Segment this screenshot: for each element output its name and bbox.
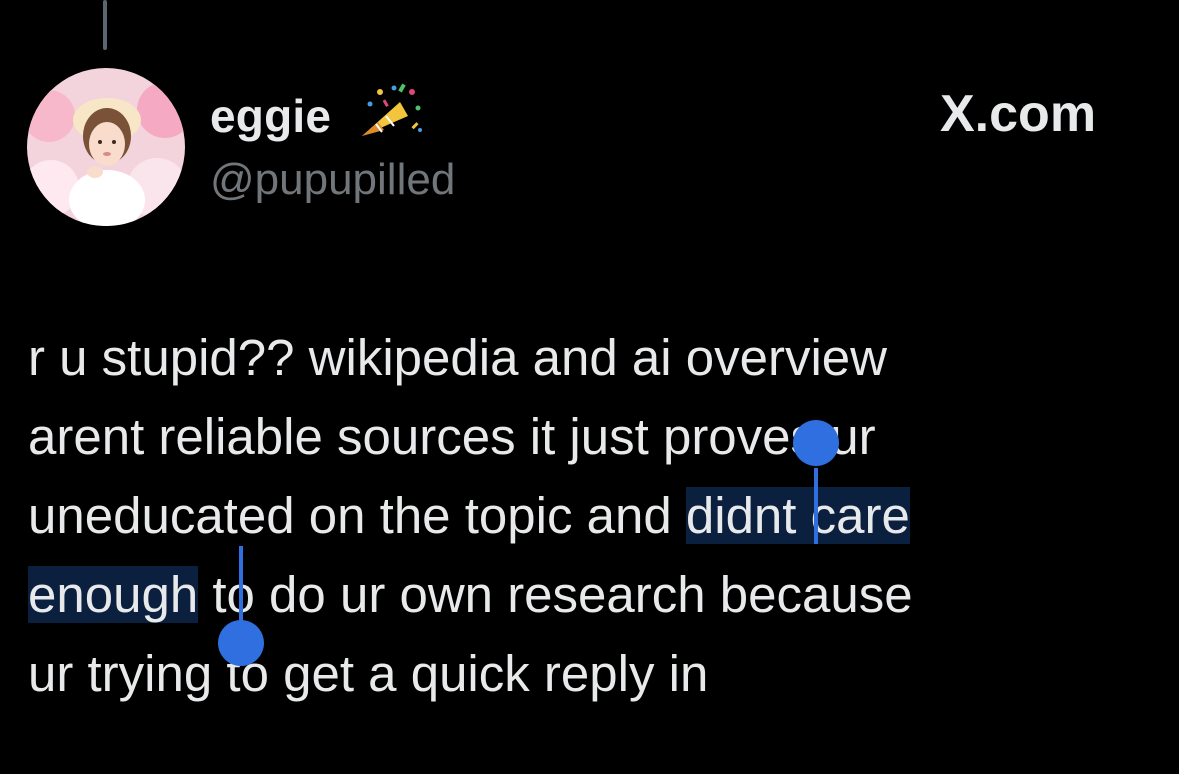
- selected-text: didnt care: [685, 487, 910, 544]
- tweet-line: uneducated on the topic and didnt care: [28, 476, 1153, 555]
- selection-start-cursor[interactable]: [814, 468, 818, 544]
- brand-label: X.com: [940, 85, 1097, 143]
- tweet-text-segment: to do ur own research because: [198, 566, 913, 623]
- party-popper-icon: [362, 83, 422, 136]
- tweet-line: enough to do ur own research because: [28, 555, 1153, 634]
- selection-end-cursor[interactable]: [239, 546, 243, 622]
- avatar-image: [27, 68, 185, 226]
- tweet-text-segment: uneducated on the topic and: [28, 487, 686, 544]
- author-display-name[interactable]: eggie: [210, 88, 331, 144]
- selected-text: enough: [28, 566, 199, 623]
- tweet-line: r u stupid?? wikipedia and ai overview: [28, 329, 887, 386]
- selection-start-handle[interactable]: [793, 420, 839, 466]
- tweet-line: arent reliable sources it just proves ur: [28, 408, 876, 465]
- avatar[interactable]: [27, 68, 185, 226]
- selection-end-handle[interactable]: [218, 620, 264, 666]
- thread-connector-line: [103, 0, 107, 50]
- tweet-line: ur trying to get a quick reply in: [28, 645, 709, 702]
- author-handle[interactable]: @pupupilled: [210, 152, 455, 208]
- tweet-text[interactable]: r u stupid?? wikipedia and ai overview a…: [28, 318, 1153, 713]
